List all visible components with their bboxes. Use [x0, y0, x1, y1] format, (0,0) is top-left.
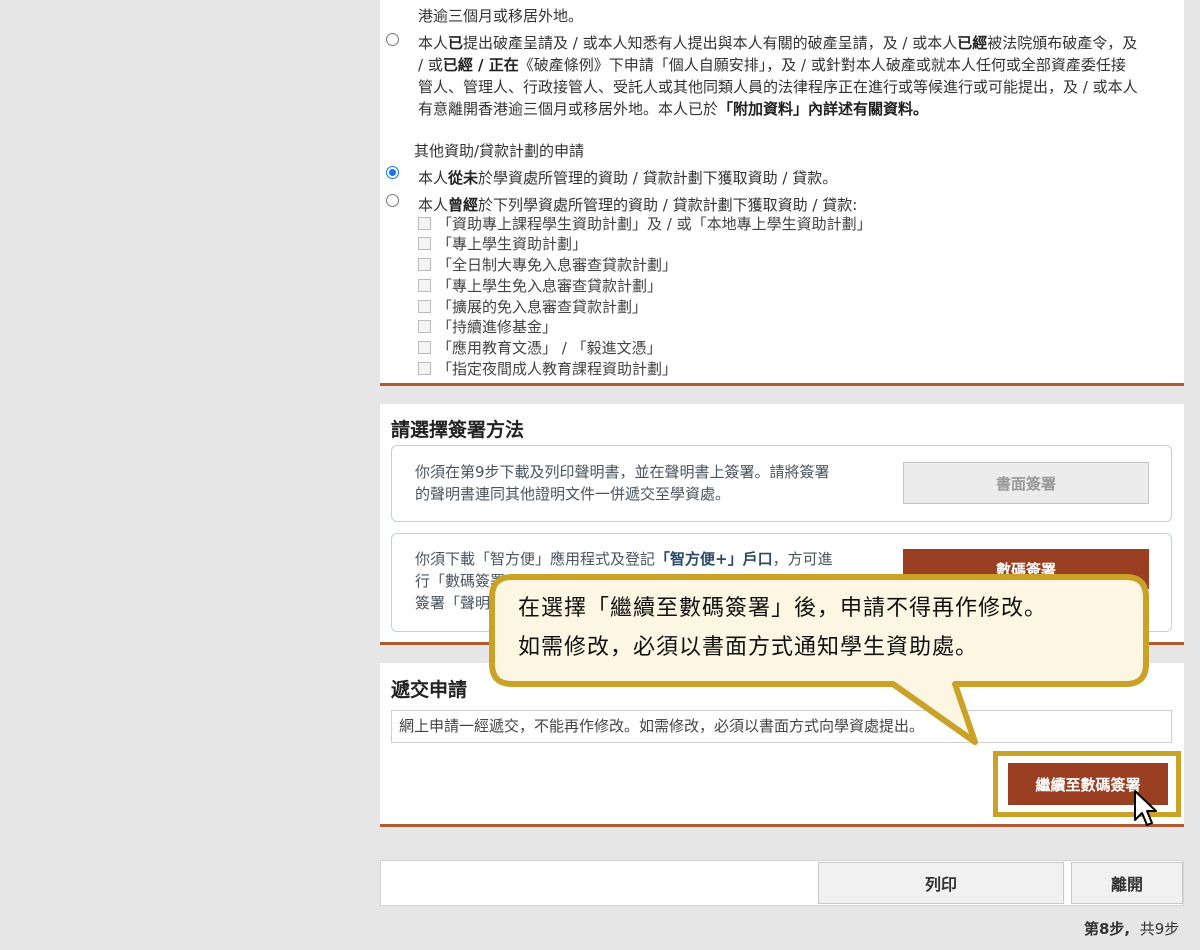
bankruptcy-option1-tail: 港逾三個月或移居外地。	[418, 7, 584, 25]
scheme-checkbox-item[interactable]: 「專上學生免入息審查貸款計劃」	[418, 276, 662, 296]
callout-line-1: 在選擇「繼續至數碼簽署」後，申請不得再作修改。	[518, 596, 1048, 621]
never-received-radio[interactable]	[386, 166, 399, 179]
submit-title: 遞交申請	[391, 679, 468, 701]
checkbox[interactable]	[418, 217, 431, 230]
checkbox[interactable]	[418, 237, 431, 250]
scheme-checkbox-item[interactable]: 「應用教育文憑」 / 「毅進文憑」	[418, 338, 662, 358]
exit-button[interactable]: 離開	[1071, 862, 1183, 904]
callout-line-2: 如需修改，必須以書面方式通知學生資助處。	[518, 635, 979, 660]
scheme-checkbox-item[interactable]: 「全日制大專免入息審查貸款計劃」	[418, 255, 677, 275]
ever-received-radio[interactable]	[386, 194, 399, 207]
print-button[interactable]: 列印	[818, 862, 1064, 904]
checkbox[interactable]	[418, 279, 431, 292]
paper-sign-description: 你須在第9步下載及列印聲明書，並在聲明書上簽署。請將簽署 的聲明書連同其他證明文…	[415, 463, 830, 503]
scheme-checkbox-item[interactable]: 「資助專上課程學生資助計劃」及 / 或「本地專上學生資助計劃」	[418, 214, 872, 234]
checkbox[interactable]	[418, 300, 431, 313]
scheme-checkbox-item[interactable]: 「持續進修基金」	[418, 317, 557, 337]
other-aid-heading: 其他資助/貸款計劃的申請	[414, 142, 585, 160]
digital-sign-button[interactable]: 數碼簽署	[903, 549, 1149, 589]
paper-sign-button[interactable]: 書面簽署	[903, 462, 1149, 504]
never-received-label: 本人從未於學資處所管理的資助 / 貸款計劃下獲取資助 / 貸款。	[418, 169, 838, 187]
checkbox[interactable]	[418, 258, 431, 271]
submit-notice: 網上申請一經遞交，不能再作修改。如需修改，必須以書面方式向學資處提出。	[391, 710, 1172, 743]
mouse-pointer-icon	[1134, 790, 1157, 826]
scheme-checkbox-item[interactable]: 「指定夜間成人教育課程資助計劃」	[418, 359, 677, 379]
checkbox[interactable]	[418, 320, 431, 333]
bankruptcy-yes-radio[interactable]	[386, 33, 399, 46]
signing-method-title: 請選擇簽署方法	[391, 419, 525, 441]
scheme-checkbox-item[interactable]: 「專上學生資助計劃」	[418, 234, 587, 254]
ever-received-label: 本人曾經於下列學資處所管理的資助 / 貸款計劃下獲取資助 / 貸款:	[418, 196, 858, 214]
bankruptcy-option2-text: 本人已提出破產呈請及 / 或本人知悉有人提出與本人有關的破產呈請，及 / 或本人…	[418, 34, 1138, 118]
step-indicator: 第8步, 共9步	[1084, 920, 1180, 938]
checkbox[interactable]	[418, 362, 431, 375]
checkbox[interactable]	[418, 341, 431, 354]
scheme-checkbox-item[interactable]: 「擴展的免入息審查貸款計劃」	[418, 297, 647, 317]
